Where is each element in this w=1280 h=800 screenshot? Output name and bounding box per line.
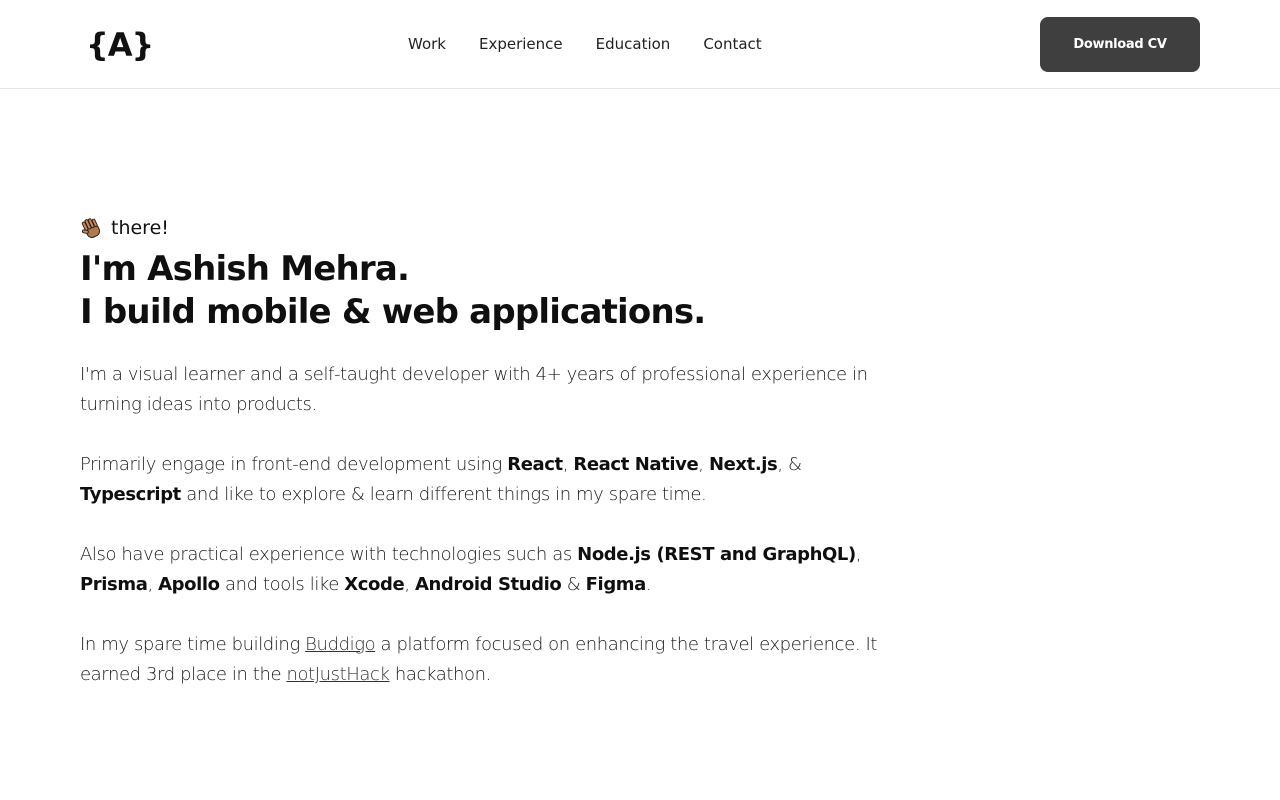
skill-typescript: Typescript bbox=[80, 484, 181, 505]
tool-android-studio: Android Studio bbox=[414, 574, 562, 595]
skill-apollo: Apollo bbox=[158, 574, 220, 595]
nav-link-education[interactable]: Education bbox=[596, 33, 671, 55]
separator: , & bbox=[777, 454, 802, 475]
text: and tools like bbox=[219, 574, 345, 595]
backend-paragraph: Also have practical experience with tech… bbox=[80, 540, 880, 600]
greeting-text: there! bbox=[111, 217, 169, 239]
skill-react-native: React Native bbox=[573, 454, 699, 475]
notjusthack-link[interactable]: notJustHack bbox=[286, 664, 390, 685]
headline-line-1: I'm Ashish Mehra. bbox=[80, 249, 410, 289]
text: Also have practical experience with tech… bbox=[80, 544, 578, 565]
waving-hand-icon bbox=[81, 218, 101, 238]
separator: , bbox=[698, 454, 709, 475]
separator: & bbox=[561, 574, 586, 595]
separator: , bbox=[147, 574, 159, 595]
logo[interactable]: {A} bbox=[86, 21, 154, 69]
tool-figma: Figma bbox=[585, 574, 647, 595]
site-header: {A} Work Experience Education Contact Do… bbox=[0, 0, 1280, 89]
nav-link-contact[interactable]: Contact bbox=[703, 33, 761, 55]
text: Primarily engage in front-end developmen… bbox=[80, 454, 508, 475]
text: hackathon. bbox=[389, 664, 491, 685]
skill-nodejs: Node.js (REST and GraphQL) bbox=[577, 544, 856, 565]
main-nav: Work Experience Education Contact bbox=[408, 33, 795, 55]
frontend-paragraph: Primarily engage in front-end developmen… bbox=[80, 450, 880, 510]
greeting: there! bbox=[80, 214, 880, 242]
buddigo-link[interactable]: Buddigo bbox=[305, 634, 375, 655]
download-cv-button[interactable]: Download CV bbox=[1040, 17, 1200, 72]
text: and like to explore & learn different th… bbox=[180, 484, 707, 505]
nav-link-work[interactable]: Work bbox=[408, 33, 446, 55]
headline-line-2: I build mobile & web applications. bbox=[80, 292, 706, 332]
hero-section: there! I'm Ashish Mehra. I build mobile … bbox=[80, 214, 880, 690]
intro-paragraph: I'm a visual learner and a self-taught d… bbox=[80, 364, 868, 415]
separator: , bbox=[562, 454, 574, 475]
skill-react: React bbox=[507, 454, 563, 475]
text: In my spare time building bbox=[80, 634, 306, 655]
text: . bbox=[645, 574, 652, 595]
skill-nextjs: Next.js bbox=[708, 454, 778, 475]
separator: , bbox=[855, 544, 862, 565]
skill-prisma: Prisma bbox=[80, 574, 148, 595]
separator: , bbox=[404, 574, 415, 595]
tool-xcode: Xcode bbox=[344, 574, 405, 595]
nav-link-experience[interactable]: Experience bbox=[479, 33, 563, 55]
headline: I'm Ashish Mehra. I build mobile & web a… bbox=[80, 248, 880, 334]
side-project-paragraph: In my spare time building Buddigo a plat… bbox=[80, 630, 880, 690]
